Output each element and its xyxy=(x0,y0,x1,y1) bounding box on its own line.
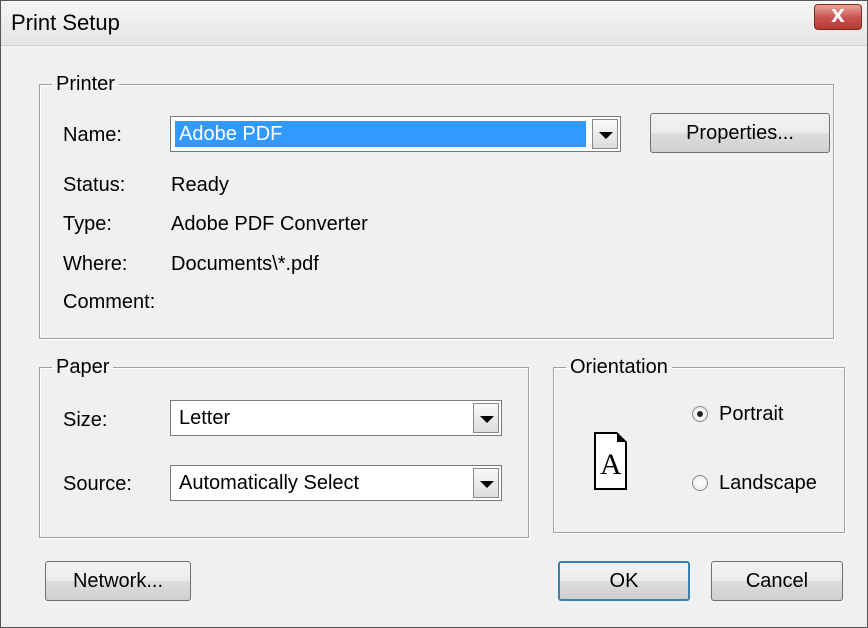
landscape-label[interactable]: Landscape xyxy=(719,472,817,495)
close-button[interactable]: X xyxy=(814,4,862,30)
where-label: Where: xyxy=(63,253,128,275)
landscape-radio[interactable] xyxy=(692,475,708,491)
status-label: Status: xyxy=(63,174,126,196)
paper-source-value: Automatically Select xyxy=(179,472,360,494)
dropdown-arrow-icon[interactable] xyxy=(592,119,618,149)
paper-size-value: Letter xyxy=(179,407,231,429)
status-value: Ready xyxy=(171,174,229,196)
printer-group-label: Printer xyxy=(56,73,115,95)
size-label: Size: xyxy=(63,409,108,431)
dialog-title: Print Setup xyxy=(11,10,120,35)
source-label: Source: xyxy=(63,473,132,495)
properties-button[interactable]: Properties... xyxy=(650,113,830,153)
dropdown-arrow-icon[interactable] xyxy=(473,468,499,498)
type-value: Adobe PDF Converter xyxy=(171,213,368,235)
portrait-radio[interactable] xyxy=(692,406,708,422)
paper-size-select[interactable]: Letter xyxy=(170,400,502,436)
print-setup-dialog: Print Setup X Printer Name: Adobe PDF Pr… xyxy=(0,0,868,628)
type-label: Type: xyxy=(63,213,112,235)
cancel-button[interactable]: Cancel xyxy=(711,561,843,601)
printer-name-value: Adobe PDF xyxy=(175,121,586,147)
page-letter: A xyxy=(600,448,622,481)
name-label: Name: xyxy=(63,124,122,146)
paper-group-label: Paper xyxy=(56,356,110,378)
where-value: Documents\*.pdf xyxy=(171,253,319,275)
portrait-label[interactable]: Portrait xyxy=(719,403,783,426)
printer-name-select[interactable]: Adobe PDF xyxy=(170,116,621,152)
dropdown-arrow-icon[interactable] xyxy=(473,403,499,433)
comment-label: Comment: xyxy=(63,291,156,313)
title-bar: Print Setup X xyxy=(1,1,867,46)
orientation-group-label: Orientation xyxy=(570,356,668,378)
page-fold xyxy=(617,432,627,442)
page-portrait-icon: A xyxy=(594,432,627,490)
ok-button[interactable]: OK xyxy=(558,561,690,601)
close-icon: X xyxy=(831,6,845,27)
network-button[interactable]: Network... xyxy=(45,561,191,601)
paper-group: Paper xyxy=(39,356,529,538)
paper-source-select[interactable]: Automatically Select xyxy=(170,465,502,501)
